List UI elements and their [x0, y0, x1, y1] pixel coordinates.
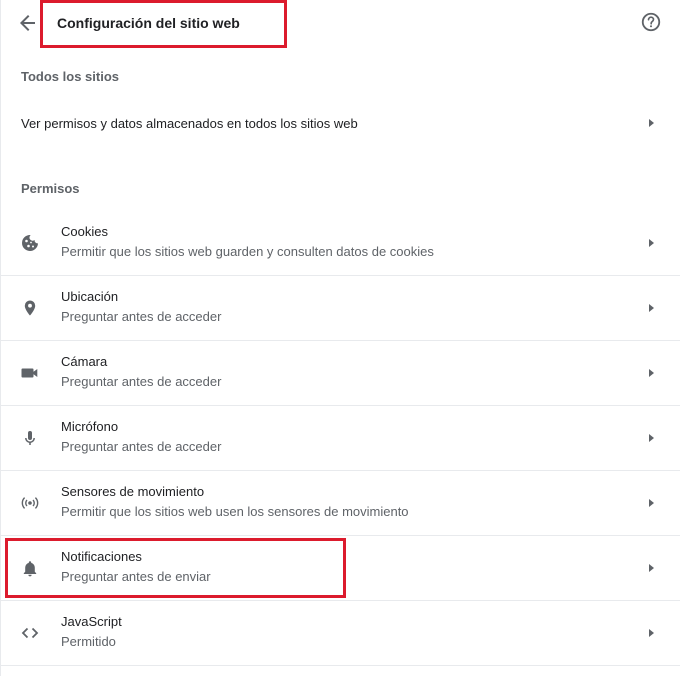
permissions-heading: Permisos: [21, 181, 80, 196]
chevron-right-icon: [649, 119, 654, 127]
chevron-right-icon: [649, 239, 654, 247]
page-title: Configuración del sitio web: [57, 15, 240, 31]
chevron-right-icon: [649, 369, 654, 377]
permission-row-camera[interactable]: Cámara Preguntar antes de acceder: [0, 341, 680, 406]
permission-status: Preguntar antes de acceder: [61, 374, 222, 389]
permission-title: Micrófono: [61, 419, 119, 434]
permission-title: JavaScript: [61, 614, 122, 629]
permission-status: Preguntar antes de enviar: [61, 569, 211, 584]
permission-row-javascript[interactable]: JavaScript Permitido: [0, 601, 680, 666]
permission-title: Sensores de movimiento: [61, 484, 205, 499]
page-header: Configuración del sitio web: [0, 0, 680, 46]
chevron-right-icon: [649, 564, 654, 572]
permission-row-motion-sensors[interactable]: Sensores de movimiento Permitir que los …: [0, 471, 680, 536]
permission-title: Ubicación: [61, 289, 119, 304]
permission-title: Cookies: [61, 224, 108, 239]
all-sites-heading: Todos los sitios: [21, 69, 119, 84]
microphone-icon: [25, 431, 35, 445]
all-sites-link-label: Ver permisos y datos almacenados en todo…: [21, 116, 358, 131]
permission-status: Preguntar antes de acceder: [61, 439, 222, 454]
help-circle-icon: [641, 12, 661, 32]
permission-row-notifications[interactable]: Notificaciones Preguntar antes de enviar: [0, 536, 680, 601]
permission-row-cookies[interactable]: Cookies Permitir que los sitios web guar…: [0, 211, 680, 276]
permission-status: Permitido: [61, 634, 116, 649]
permission-row-location[interactable]: Ubicación Preguntar antes de acceder: [0, 276, 680, 341]
chevron-right-icon: [649, 304, 654, 312]
cookie-icon: [22, 235, 38, 251]
chevron-right-icon: [649, 629, 654, 637]
code-icon: [21, 627, 39, 639]
sensors-icon: [21, 497, 39, 509]
bell-icon: [23, 561, 37, 577]
permission-row-microphone[interactable]: Micrófono Preguntar antes de acceder: [0, 406, 680, 471]
permission-status: Preguntar antes de acceder: [61, 309, 222, 324]
chevron-right-icon: [649, 499, 654, 507]
permission-status: Permitir que los sitios web usen los sen…: [61, 504, 409, 519]
location-pin-icon: [24, 300, 36, 316]
permission-status: Permitir que los sitios web guarden y co…: [61, 244, 434, 259]
arrow-back-icon: [20, 15, 35, 31]
permission-title: Cámara: [61, 354, 108, 369]
all-sites-link[interactable]: Ver permisos y datos almacenados en todo…: [0, 100, 680, 146]
help-button[interactable]: [640, 11, 662, 33]
permission-title: Notificaciones: [61, 549, 142, 564]
camera-icon: [21, 368, 38, 378]
back-button[interactable]: [16, 11, 40, 35]
chevron-right-icon: [649, 434, 654, 442]
